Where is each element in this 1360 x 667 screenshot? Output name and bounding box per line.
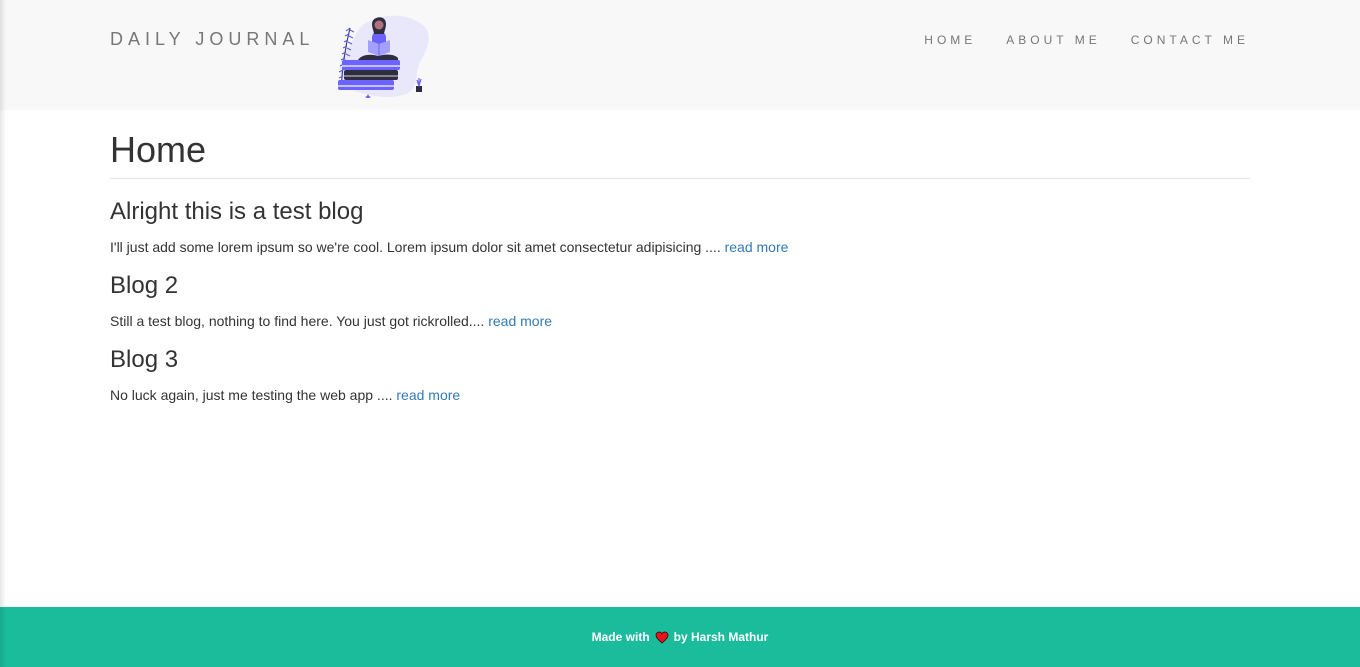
- post-excerpt-text: I'll just add some lorem ipsum so we're …: [110, 239, 721, 255]
- brand-link[interactable]: DAILY JOURNAL: [110, 29, 314, 50]
- page-title: Home: [110, 128, 1250, 179]
- post-excerpt: Still a test blog, nothing to find here.…: [110, 311, 1250, 331]
- read-more-link[interactable]: read more: [488, 313, 552, 329]
- nav-about-link[interactable]: ABOUT ME: [1006, 33, 1100, 47]
- nav-contact-link[interactable]: CONTACT ME: [1131, 33, 1249, 47]
- nav-links: HOME ABOUT ME CONTACT ME: [894, 33, 1249, 47]
- read-more-link[interactable]: read more: [396, 387, 460, 403]
- post-excerpt-text: No luck again, just me testing the web a…: [110, 387, 393, 403]
- read-more-link[interactable]: read more: [725, 239, 789, 255]
- footer-prefix: Made with: [591, 630, 650, 644]
- footer: Made with by Harsh Mathur: [0, 607, 1360, 667]
- post-title: Blog 2: [110, 272, 179, 299]
- post-list: Alright this is a test blog I'll just ad…: [110, 197, 1250, 405]
- main-content: Home Alright this is a test blog I'll ju…: [110, 128, 1250, 419]
- post-item: Blog 3 No luck again, just me testing th…: [110, 345, 1250, 405]
- heart-icon: [655, 631, 669, 644]
- post-item: Blog 2 Still a test blog, nothing to fin…: [110, 271, 1250, 331]
- post-excerpt: No luck again, just me testing the web a…: [110, 385, 1250, 405]
- nav-home-link[interactable]: HOME: [924, 33, 976, 47]
- post-item: Alright this is a test blog I'll just ad…: [110, 197, 1250, 257]
- page: DAILY JOURNAL HOME ABOUT ME CONTACT ME H…: [0, 0, 1360, 667]
- navbar: DAILY JOURNAL HOME ABOUT ME CONTACT ME: [0, 0, 1360, 110]
- post-title: Alright this is a test blog: [110, 198, 364, 225]
- post-title: Blog 3: [110, 346, 179, 373]
- footer-suffix: by Harsh Mathur: [673, 630, 769, 644]
- post-excerpt: I'll just add some lorem ipsum so we're …: [110, 237, 1250, 257]
- reading-woman-books-illustration: [338, 15, 429, 98]
- post-excerpt-text: Still a test blog, nothing to find here.…: [110, 313, 485, 329]
